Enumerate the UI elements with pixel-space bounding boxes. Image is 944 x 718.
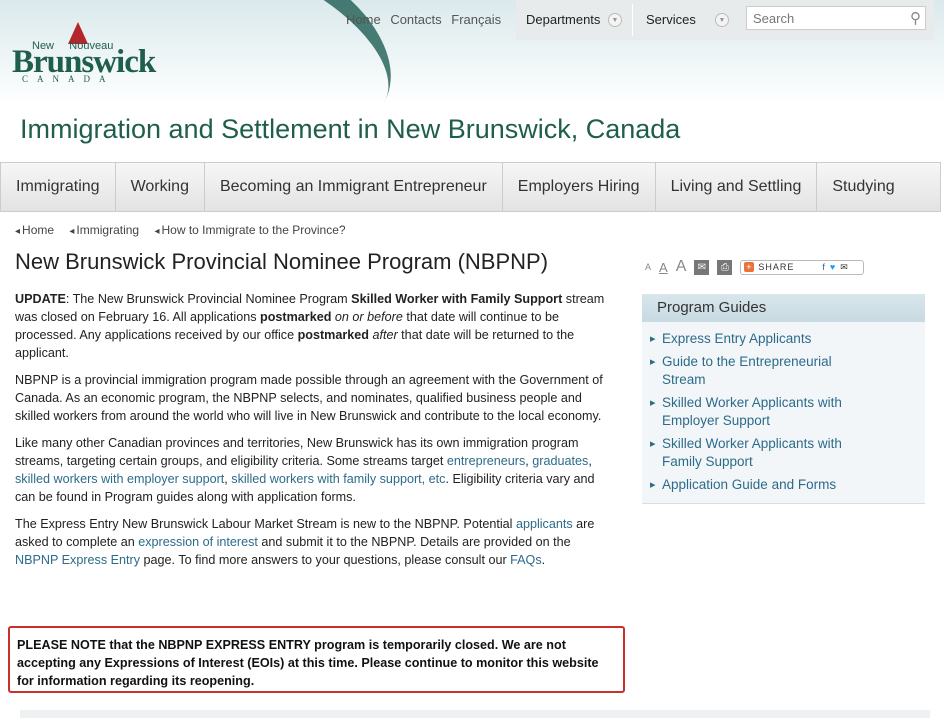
nav-studying[interactable]: Studying [817,163,909,211]
text-segment: page. To find more answers to your quest… [140,553,511,567]
text-segment: postmarked [297,328,369,342]
guide-link[interactable]: Skilled Worker Applicants with Family Su… [650,435,870,471]
main-content: UPDATE: The New Brunswick Provincial Nom… [15,290,615,578]
site-title: Immigration and Settlement in New Brunsw… [20,114,681,144]
plus-icon: + [744,262,755,272]
main-nav: Immigrating Working Becoming an Immigran… [0,162,941,212]
text-small-button[interactable]: A [645,262,651,272]
inline-link[interactable]: FAQs [510,553,542,567]
text-large-button[interactable]: A [676,258,687,276]
paragraph: The Express Entry New Brunswick Labour M… [15,515,615,569]
text-segment: postmarked [260,310,332,324]
inline-link[interactable]: NBPNP Express Entry [15,553,140,567]
inline-link[interactable]: expression of interest [138,535,258,549]
inline-link[interactable]: skilled workers with family support, etc [231,472,445,486]
text-segment: NBPNP is a provincial immigration progra… [15,373,603,423]
nav-immigrating[interactable]: Immigrating [1,163,116,211]
departments-menu[interactable]: Departments [526,12,600,27]
text-segment: , [588,454,592,468]
logo[interactable]: New Nouveau Brunswick CANADA [12,22,162,88]
nav-entrepreneur[interactable]: Becoming an Immigrant Entrepreneur [205,163,503,211]
mail-icon[interactable]: ✉ [840,262,849,273]
twitter-icon[interactable]: ♥ [830,262,836,272]
page-title: New Brunswick Provincial Nominee Program… [15,249,549,274]
text-segment: The Express Entry New Brunswick Labour M… [15,517,516,531]
print-icon[interactable]: ⎙ [717,259,733,275]
guide-link[interactable]: Guide to the Entrepreneurial Stream [650,353,870,389]
services-menu[interactable]: Services [646,12,696,27]
email-icon[interactable]: ✉ [694,259,710,275]
text-segment: Skilled Worker with Family Support [351,292,563,306]
nav-employers-hiring[interactable]: Employers Hiring [503,163,656,211]
program-guides-title: Program Guides [642,294,925,322]
paragraph: UPDATE: The New Brunswick Provincial Nom… [15,290,615,362]
text-segment: : The New Brunswick Provincial Nominee P… [65,292,352,306]
text-medium-button[interactable]: A [659,260,668,275]
breadcrumb-immigrating[interactable]: Immigrating [69,223,139,237]
chevron-down-icon[interactable]: ▼ [715,13,729,27]
text-segment: UPDATE [15,292,66,306]
search-icon[interactable]: ⚲ [910,9,921,27]
francais-link[interactable]: Français [451,12,501,27]
guide-link[interactable]: Application Guide and Forms [650,476,870,494]
chevron-down-icon[interactable]: ▼ [608,13,622,27]
contacts-link[interactable]: Contacts [390,12,441,27]
page-tools: A A A ✉ ⎙ + SHARE f ♥ ✉ [645,258,865,276]
text-segment: and submit it to the NBPNP. Details are … [257,535,571,549]
home-link[interactable]: Home [346,12,381,27]
text-segment: . [541,553,546,567]
inline-link[interactable]: applicants [516,517,573,531]
top-links: Home Contacts Français [346,12,507,27]
paragraph: Like many other Canadian provinces and t… [15,434,615,506]
footer-bar [20,710,930,718]
nav-working[interactable]: Working [116,163,205,211]
program-guides-panel: Program Guides Express Entry Applicants … [642,294,925,504]
inline-link[interactable]: entrepreneurs [447,454,525,468]
share-button[interactable]: + SHARE f ♥ ✉ [740,259,865,275]
breadcrumb-home[interactable]: Home [15,223,54,237]
search-input[interactable]: Search ⚲ [746,6,926,30]
breadcrumb-how-to-immigrate[interactable]: How to Immigrate to the Province? [154,223,345,237]
inline-link[interactable]: graduates [532,454,588,468]
nav-living-settling[interactable]: Living and Settling [656,163,818,211]
inline-link[interactable]: skilled workers with employer support [15,472,224,486]
guide-link[interactable]: Skilled Worker Applicants with Employer … [650,394,870,430]
breadcrumb: Home Immigrating How to Immigrate to the… [15,223,358,237]
text-segment: on or before [334,310,403,324]
notice-box: PLEASE NOTE that the NBPNP EXPRESS ENTRY… [8,626,625,693]
guide-link[interactable]: Express Entry Applicants [650,330,870,348]
text-segment: after [372,328,398,342]
facebook-icon[interactable]: f [822,262,826,272]
paragraph: NBPNP is a provincial immigration progra… [15,371,615,425]
